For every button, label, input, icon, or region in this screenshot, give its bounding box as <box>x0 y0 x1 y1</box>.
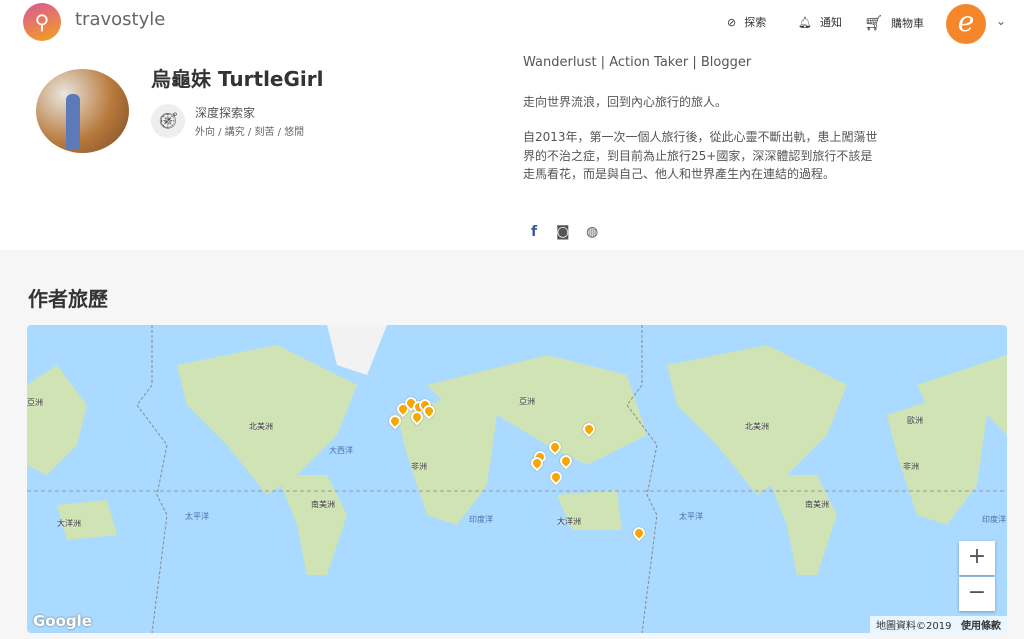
facebook-icon[interactable]: f <box>531 224 537 240</box>
map-label: 大洋洲 <box>557 517 581 526</box>
badge-title: 深度探索家 <box>195 106 256 120</box>
map-label: 太平洋 <box>679 512 703 521</box>
nav-cart[interactable]: 🛒︎ 購物車 <box>864 14 924 32</box>
map-label: 非洲 <box>411 462 427 471</box>
map-land <box>27 325 1007 633</box>
map-attribution: 地圖資料©2019 使用條款 <box>870 616 1007 633</box>
nav-notifications[interactable]: 🔔︎ 通知 <box>798 14 842 30</box>
map-label: 歐洲 <box>907 416 923 425</box>
badge-traits: 外向 / 講究 / 刻苦 / 悠閒 <box>195 127 305 138</box>
chevron-down-icon[interactable]: ⌄ <box>996 14 1006 28</box>
map-label: 南美洲 <box>311 500 335 509</box>
map-label: 南美洲 <box>805 500 829 509</box>
bio-text: 自2013年，第一次一個人旅行後，從此心靈不斷出軌，患上闖蕩世界的不治之症，到目… <box>523 130 878 181</box>
user-avatar[interactable]: e <box>946 4 986 44</box>
map-label: 大西洋 <box>329 446 353 455</box>
brand-name[interactable]: travostyle <box>75 9 165 30</box>
section-title: 作者旅歷 <box>28 287 108 311</box>
zoom-in-button[interactable]: + <box>959 541 995 575</box>
map-label: 非洲 <box>903 462 919 471</box>
map-label: 亞洲 <box>519 397 535 406</box>
compass-icon: ⊘ <box>727 15 737 29</box>
google-logo: Google <box>33 612 92 630</box>
map-label: 大洋洲 <box>57 519 81 528</box>
explorer-badge-icon: 🧭︎ <box>151 104 185 138</box>
map-label: 太平洋 <box>185 512 209 521</box>
tagline: Wanderlust | Action Taker | Blogger <box>523 55 752 70</box>
map-label: 印度洋 <box>469 515 493 524</box>
map-label: 印度洋 <box>982 515 1006 524</box>
travostyle-logo-icon[interactable]: ⚲ <box>23 3 61 41</box>
bio-intro: 走向世界流浪，回到內心旅行的旅人。 <box>523 95 728 109</box>
zoom-out-button[interactable]: − <box>959 577 995 611</box>
map-label: 北美洲 <box>745 422 769 431</box>
terms-link[interactable]: 使用條款 <box>961 621 1001 632</box>
instagram-icon[interactable]: ◙ <box>556 224 570 240</box>
map-label: 亞洲 <box>27 398 43 407</box>
cart-icon: 🛒︎ <box>864 14 884 32</box>
profile-header: ⚲ travostyle ⊘ 探索 🔔︎ 通知 🛒︎ 購物車 e ⌄ 烏龜妹 Turt… <box>0 0 1024 250</box>
profile-name: 烏龜妹 TurtleGirl <box>151 67 324 91</box>
website-icon[interactable]: ◍ <box>586 224 598 240</box>
profile-photo <box>36 69 129 153</box>
bell-icon: 🔔︎ <box>798 15 812 29</box>
travel-map[interactable]: 亞洲 北美洲 大西洋 非洲 亞洲 南美洲 太平洋 印度洋 大洋洲 大洋洲 太平洋… <box>27 325 1007 633</box>
nav-explore[interactable]: ⊘ 探索 <box>727 14 766 30</box>
map-label: 北美洲 <box>249 422 273 431</box>
